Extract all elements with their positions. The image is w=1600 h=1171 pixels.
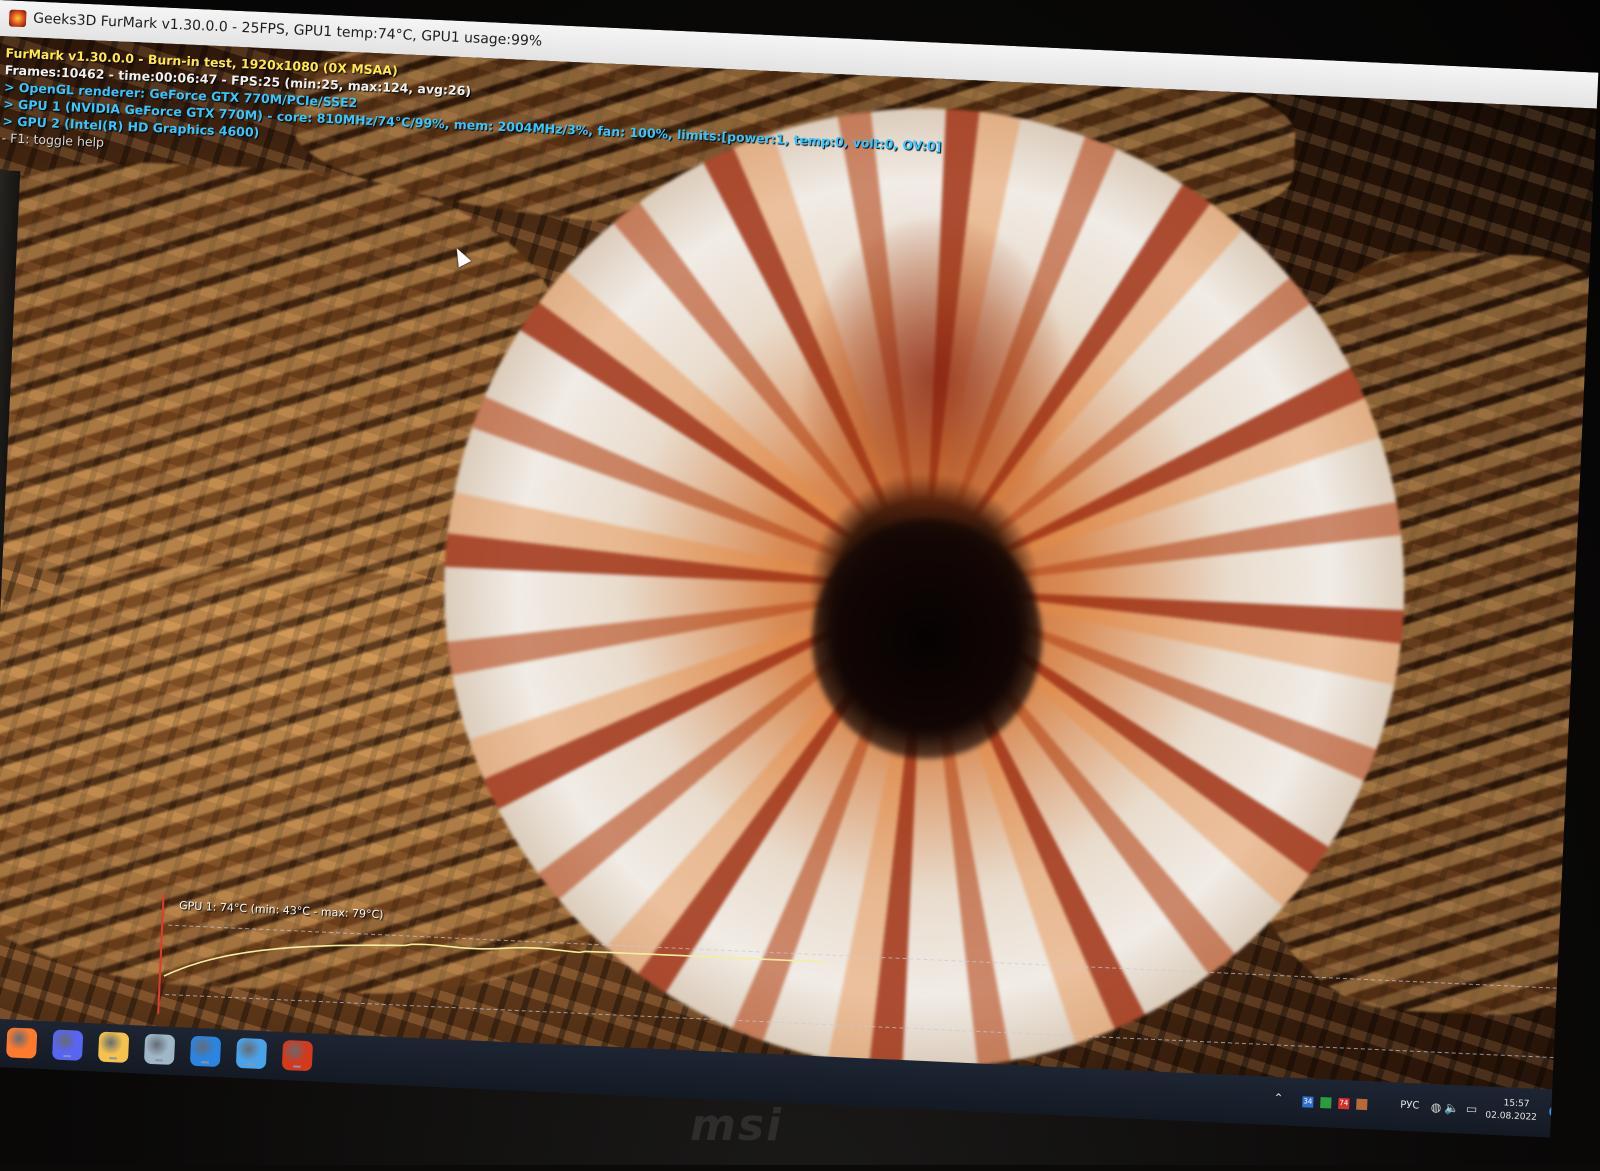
tray-date[interactable]: 02.08.2022 — [1485, 1111, 1537, 1123]
notification-icon[interactable] — [1548, 1105, 1562, 1118]
tray-chevron-up-icon[interactable]: ⌃ — [1273, 1091, 1284, 1105]
network-icon[interactable]: ◍ — [1430, 1100, 1441, 1114]
running-indicator — [63, 1054, 72, 1058]
discord-icon[interactable] — [51, 1029, 84, 1061]
tray-language[interactable]: РУС — [1400, 1100, 1420, 1112]
running-indicator — [292, 1065, 301, 1068]
running-indicator — [155, 1059, 164, 1062]
furmark-app-icon — [8, 9, 27, 28]
steam-like-icon[interactable] — [143, 1033, 176, 1065]
tray-monitor-indicator[interactable]: 34 — [1302, 1096, 1314, 1108]
system-tray: ⌃ 34 74 РУС ◍ 🔈 ▭ 15:57 02.08.2022 — [1273, 1091, 1562, 1129]
running-indicator — [200, 1061, 210, 1064]
temp-curve — [163, 943, 826, 977]
volume-icon[interactable]: 🔈 — [1444, 1101, 1460, 1116]
msi-logo: msi — [690, 1100, 784, 1151]
monitor-screen: Geeks3D FurMark v1.30.0.0 - 25FPS, GPU1 … — [0, 0, 1599, 1171]
monitor-bezel: Geeks3D FurMark v1.30.0.0 - 25FPS, GPU1 … — [0, 0, 1600, 1165]
tray-time[interactable]: 15:57 — [1503, 1098, 1529, 1109]
battery-icon[interactable]: ▭ — [1466, 1102, 1478, 1117]
tray-monitor-indicator[interactable] — [1320, 1097, 1332, 1109]
tray-monitor-indicator[interactable] — [1356, 1098, 1368, 1111]
tray-monitor-indicator[interactable]: 74 — [1338, 1097, 1350, 1110]
running-indicator — [109, 1057, 118, 1060]
remote-desktop-icon[interactable] — [189, 1035, 222, 1068]
task-manager-icon[interactable] — [235, 1037, 268, 1070]
firefox-icon[interactable] — [6, 1027, 38, 1059]
graph-marker-line — [157, 894, 165, 1015]
file-explorer-icon[interactable] — [97, 1031, 130, 1063]
furmark-render-area: FurMark v1.30.0.0 - Burn-in test, 1920x1… — [0, 35, 1599, 1110]
furmark-icon[interactable] — [281, 1039, 314, 1072]
running-indicator — [246, 1063, 256, 1066]
